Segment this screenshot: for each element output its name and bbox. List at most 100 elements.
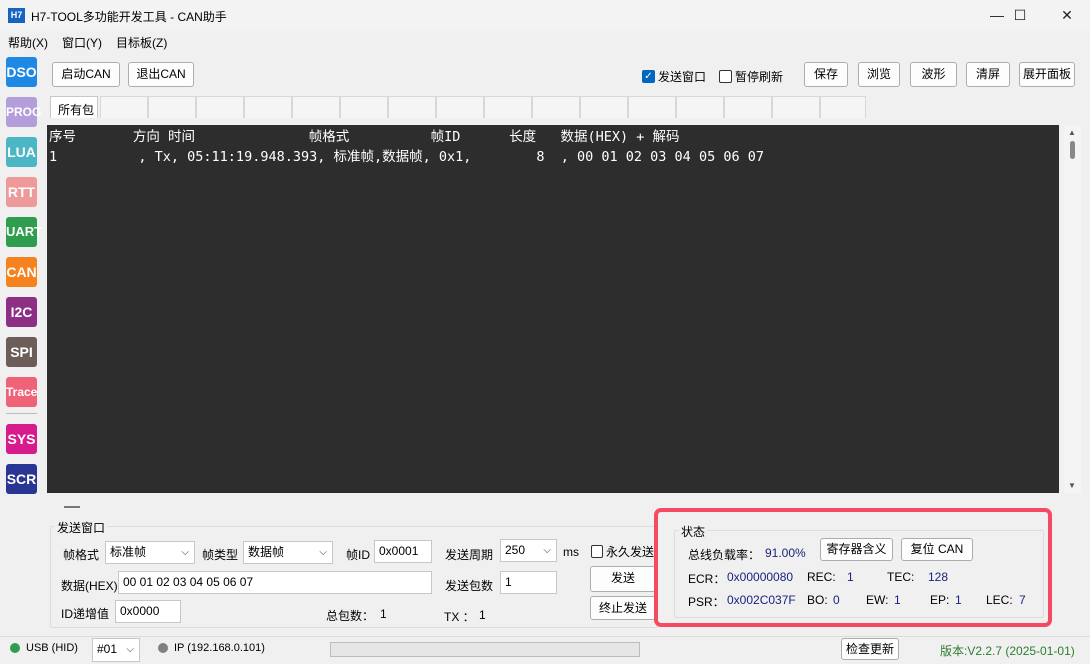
bo-value: 0 [833,593,840,607]
scroll-down-icon[interactable]: ▼ [1068,481,1076,490]
log-header: 序号 方向 时间 帧格式 帧ID 长度 数据(HEX) + 解码 [49,129,680,145]
pause-refresh-label: 暂停刷新 [735,70,784,84]
frame-format-select[interactable]: 标准帧 ⌵ [105,541,195,564]
tab-empty[interactable] [532,96,580,118]
data-hex-label: 数据(HEX) [61,579,118,593]
chevron-down-icon: ⌵ [319,547,327,558]
frame-id-input[interactable]: 0x0001 [374,540,432,563]
sidebar-trace[interactable]: Trace [6,377,37,407]
forever-send-checkbox[interactable]: 永久发送 [591,543,654,560]
tab-empty[interactable] [772,96,820,118]
tab-empty[interactable] [724,96,772,118]
tab-empty[interactable] [340,96,388,118]
ecr-value: 0x00000080 [727,570,794,584]
close-button[interactable]: ✕ [1044,0,1090,31]
clear-screen-button[interactable]: 清屏 [966,62,1010,87]
checkbox-checked-icon: ✓ [642,70,655,83]
start-can-button[interactable]: 启动CAN [52,62,120,87]
bus-load-value: 91.00% [765,546,806,560]
menu-target-board[interactable]: 目标板(Z) [116,34,167,51]
menu-window[interactable]: 窗口(Y) [62,34,102,51]
check-update-button[interactable]: 检查更新 [841,638,899,660]
frame-type-select[interactable]: 数据帧 ⌵ [243,541,333,564]
rec-label: REC: [807,570,836,584]
bo-label: BO: [807,593,828,607]
tab-empty[interactable] [820,96,866,118]
sidebar-sys[interactable]: SYS [6,424,37,454]
tab-empty[interactable] [244,96,292,118]
waveform-button[interactable]: 波形 [910,62,957,87]
sidebar-spi[interactable]: SPI [6,337,37,367]
window-title: H7-TOOL多功能开发工具 - CAN助手 [31,10,227,24]
sidebar-can[interactable]: CAN [6,257,37,287]
save-button[interactable]: 保存 [804,62,848,87]
version-label: 版本:V2.2.7 (2025-01-01) [940,644,1075,658]
vertical-scrollbar[interactable]: ▲ ▼ [1064,125,1081,493]
expand-panel-button[interactable]: 展开面板 [1019,62,1075,87]
sidebar-dso[interactable]: DSO [6,57,37,87]
stop-send-button[interactable]: 终止发送 [590,596,656,620]
maximize-button[interactable]: ☐ [997,0,1043,31]
rec-value: 1 [847,570,854,584]
sidebar-scr[interactable]: SCR [6,464,37,494]
app-icon: H7 [8,8,25,23]
tx-count-label: TX ： [444,610,475,624]
register-meaning-button[interactable]: 寄存器含义 [820,538,893,561]
sidebar-prog[interactable]: PROG [6,97,41,127]
checkbox-unchecked-icon [719,70,732,83]
tx-count-value: 1 [479,608,486,622]
sidebar-divider [6,413,37,414]
hscroll-thumb[interactable] [64,506,80,508]
tab-empty[interactable] [388,96,436,118]
send-window-checkbox[interactable]: ✓ 发送窗口 [642,68,706,85]
sidebar-rtt[interactable]: RTT [6,177,37,207]
scroll-thumb[interactable] [1070,141,1075,159]
send-count-input[interactable]: 1 [500,571,557,594]
forever-send-label: 永久发送 [605,545,654,559]
tab-empty[interactable] [580,96,628,118]
tab-all-packets[interactable]: 所有包 [50,96,98,118]
sidebar-uart[interactable]: UART [6,217,42,247]
tab-empty[interactable] [100,96,148,118]
menu-help[interactable]: 帮助(X) [8,34,48,51]
period-unit: ms [563,545,579,559]
total-count-value: 1 [380,607,387,621]
reset-can-button[interactable]: 复位 CAN [901,538,973,561]
tab-empty[interactable] [196,96,244,118]
ecr-label: ECR： [688,572,726,586]
bus-load-label: 总线负载率： [688,548,761,562]
id-increment-label: ID递增值 [61,607,110,621]
send-button[interactable]: 发送 [590,566,656,592]
tab-empty[interactable] [436,96,484,118]
tab-empty[interactable] [148,96,196,118]
send-period-select[interactable]: 250 ⌵ [500,539,557,562]
tab-empty[interactable] [628,96,676,118]
frame-id-label: 帧ID [346,548,371,562]
tab-empty[interactable] [484,96,532,118]
sidebar-i2c[interactable]: I2C [6,297,37,327]
data-hex-input[interactable]: 00 01 02 03 04 05 06 07 [118,571,432,594]
tab-empty[interactable] [676,96,724,118]
device-select[interactable]: #01 ⌵ [92,638,140,662]
psr-value: 0x002C037F [727,593,796,607]
checkbox-unchecked-icon [591,545,603,558]
frame-format-label: 帧格式 [63,548,100,562]
tab-empty[interactable] [292,96,340,118]
id-increment-input[interactable]: 0x0000 [115,600,181,623]
tab-strip: 所有包 [48,96,1058,118]
can-log-terminal[interactable]: 序号 方向 时间 帧格式 帧ID 长度 数据(HEX) + 解码 1 , Tx, … [47,125,1059,493]
progress-bar [330,642,640,657]
browse-button[interactable]: 浏览 [858,62,900,87]
chevron-down-icon: ⌵ [126,644,134,655]
sidebar-lua[interactable]: LUA [6,137,37,167]
pause-refresh-checkbox[interactable]: 暂停刷新 [719,68,783,85]
ew-value: 1 [894,593,901,607]
send-window-label: 发送窗口 [658,70,707,84]
usb-status-dot-icon [10,643,20,653]
sidebar: DSO PROG LUA RTT UART CAN I2C SPI Trace … [0,53,44,494]
frame-type-label: 帧类型 [202,548,239,562]
tec-label: TEC: [887,570,915,584]
send-count-label: 发送包数 [445,579,494,593]
stop-can-button[interactable]: 退出CAN [128,62,194,87]
scroll-up-icon[interactable]: ▲ [1068,128,1076,137]
